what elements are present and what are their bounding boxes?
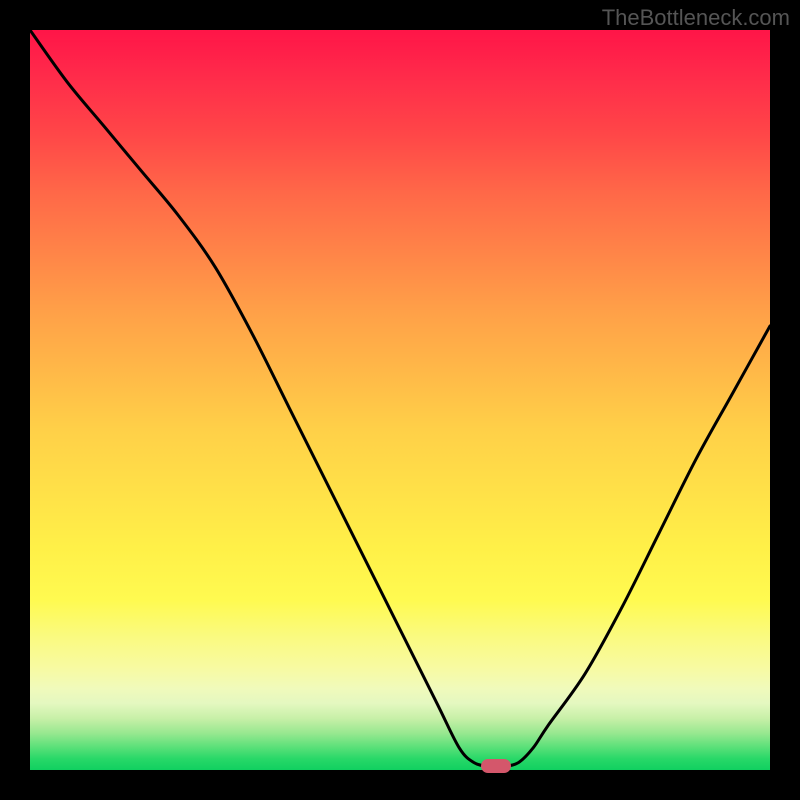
watermark-text: TheBottleneck.com <box>602 5 790 31</box>
optimal-marker <box>481 759 511 773</box>
chart-container: TheBottleneck.com <box>0 0 800 800</box>
plot-area <box>30 30 770 770</box>
curve-svg <box>30 30 770 770</box>
bottleneck-curve <box>30 30 770 767</box>
